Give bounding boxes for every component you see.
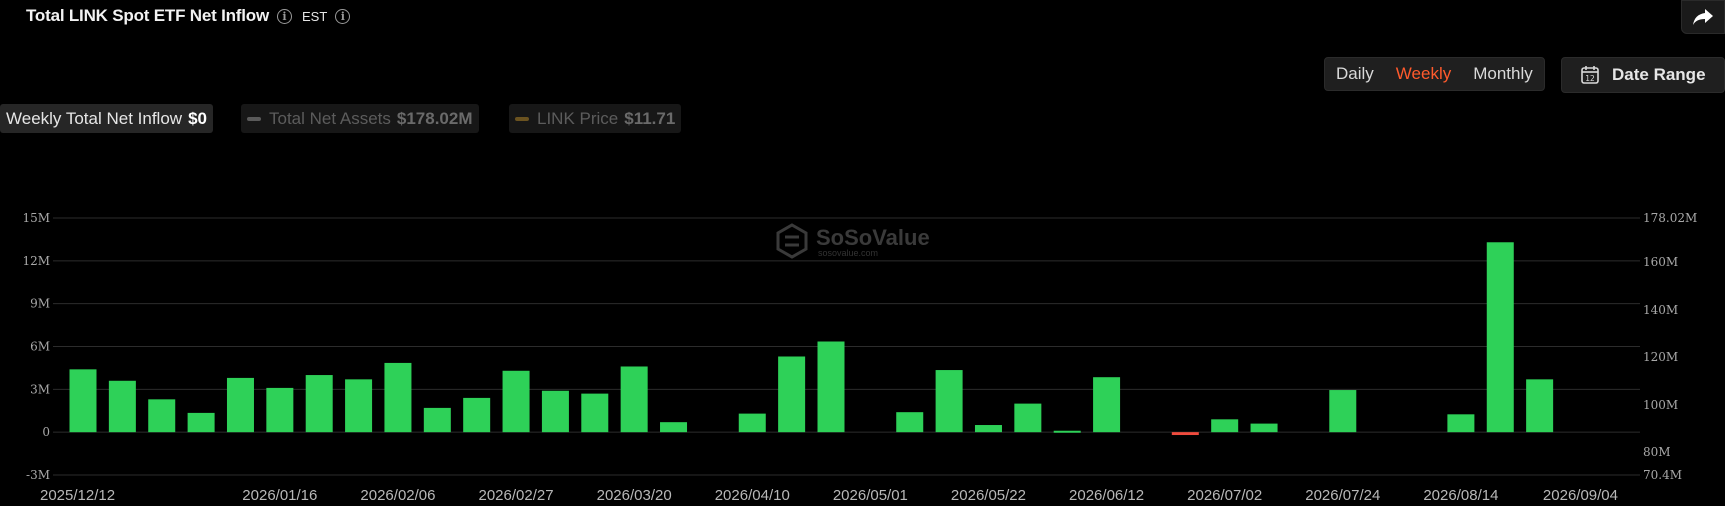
x-tick-label: 2026/04/10 xyxy=(715,487,790,504)
x-tick-label: 2026/06/12 xyxy=(1069,487,1144,504)
bar[interactable] xyxy=(1526,379,1554,433)
x-tick-label: 2026/09/04 xyxy=(1543,487,1618,504)
bar[interactable] xyxy=(1014,403,1042,433)
sosovalue-logo-icon xyxy=(776,223,808,259)
y-right-tick: 120M xyxy=(1643,350,1678,364)
y-right-tick: 140M xyxy=(1643,303,1678,317)
bar[interactable] xyxy=(541,390,569,433)
bar[interactable] xyxy=(581,393,609,433)
bar[interactable] xyxy=(660,422,688,433)
y-axis-left: -3M 0 3M 6M 9M 12M 15M xyxy=(22,211,50,482)
bar[interactable] xyxy=(935,370,963,433)
y-left-tick: 6M xyxy=(30,340,50,354)
x-tick-label: 2026/07/02 xyxy=(1187,487,1262,504)
bar[interactable] xyxy=(345,379,373,433)
bar[interactable] xyxy=(1486,242,1514,433)
y-left-tick: 12M xyxy=(22,254,50,268)
bar[interactable] xyxy=(266,387,294,433)
x-tick-label: 2026/02/27 xyxy=(479,487,554,504)
watermark-brand: SoSoValue xyxy=(816,225,930,250)
bar[interactable] xyxy=(1447,414,1475,433)
y-left-tick: 0 xyxy=(42,425,50,439)
bar[interactable] xyxy=(1171,432,1199,436)
x-tick-label: 2026/03/20 xyxy=(597,487,672,504)
bar[interactable] xyxy=(1093,377,1121,433)
y-right-tick: 100M xyxy=(1643,398,1678,412)
x-tick-label: 2025/12/12 xyxy=(40,487,115,504)
x-tick-label: 2026/07/24 xyxy=(1305,487,1380,504)
x-tick-label: 2026/05/22 xyxy=(951,487,1026,504)
y-left-tick: 3M xyxy=(30,382,50,396)
bar[interactable] xyxy=(974,425,1002,433)
bar[interactable] xyxy=(738,413,766,433)
y-axis-right: 70.4M 80M 100M 120M 140M 160M 178.02M xyxy=(1643,211,1697,482)
y-left-tick: -3M xyxy=(26,468,50,482)
bar[interactable] xyxy=(778,356,806,433)
y-right-tick: 160M xyxy=(1643,255,1678,269)
x-tick-label: 2026/05/01 xyxy=(833,487,908,504)
y-left-tick: 9M xyxy=(30,297,50,311)
x-tick-label: 2026/01/16 xyxy=(242,487,317,504)
bar[interactable] xyxy=(502,370,530,433)
bar[interactable] xyxy=(620,366,648,433)
bar-series xyxy=(69,242,1554,436)
y-left-tick: 15M xyxy=(22,211,50,225)
bar[interactable] xyxy=(463,397,491,433)
bar[interactable] xyxy=(148,399,176,433)
bar[interactable] xyxy=(817,341,845,433)
net-inflow-chart: SoSoValue sosovalue.com -3M 0 3M 6M 9M 12M 15M… xyxy=(22,211,1697,504)
y-right-tick: 70.4M xyxy=(1643,468,1682,482)
bar[interactable] xyxy=(384,362,412,433)
watermark-sub: sosovalue.com xyxy=(818,248,878,258)
bar[interactable] xyxy=(69,369,97,433)
bar[interactable] xyxy=(108,380,136,433)
x-tick-label: 2026/02/06 xyxy=(360,487,435,504)
bar[interactable] xyxy=(1053,430,1081,433)
y-right-tick: 178.02M xyxy=(1643,211,1697,225)
bar[interactable] xyxy=(305,375,333,433)
x-axis: 2025/12/12 2026/01/16 2026/02/06 2026/02/27… xyxy=(40,487,1618,504)
bar[interactable] xyxy=(1329,390,1357,433)
bar[interactable] xyxy=(1250,423,1278,433)
bar[interactable] xyxy=(423,407,451,433)
bar[interactable] xyxy=(187,412,215,433)
y-right-tick: 80M xyxy=(1643,445,1671,459)
sosovalue-watermark: SoSoValue sosovalue.com xyxy=(776,223,930,259)
bar[interactable] xyxy=(1211,419,1239,433)
x-tick-label: 2026/08/14 xyxy=(1423,487,1498,504)
bar[interactable] xyxy=(896,412,924,433)
bar[interactable] xyxy=(226,377,254,433)
